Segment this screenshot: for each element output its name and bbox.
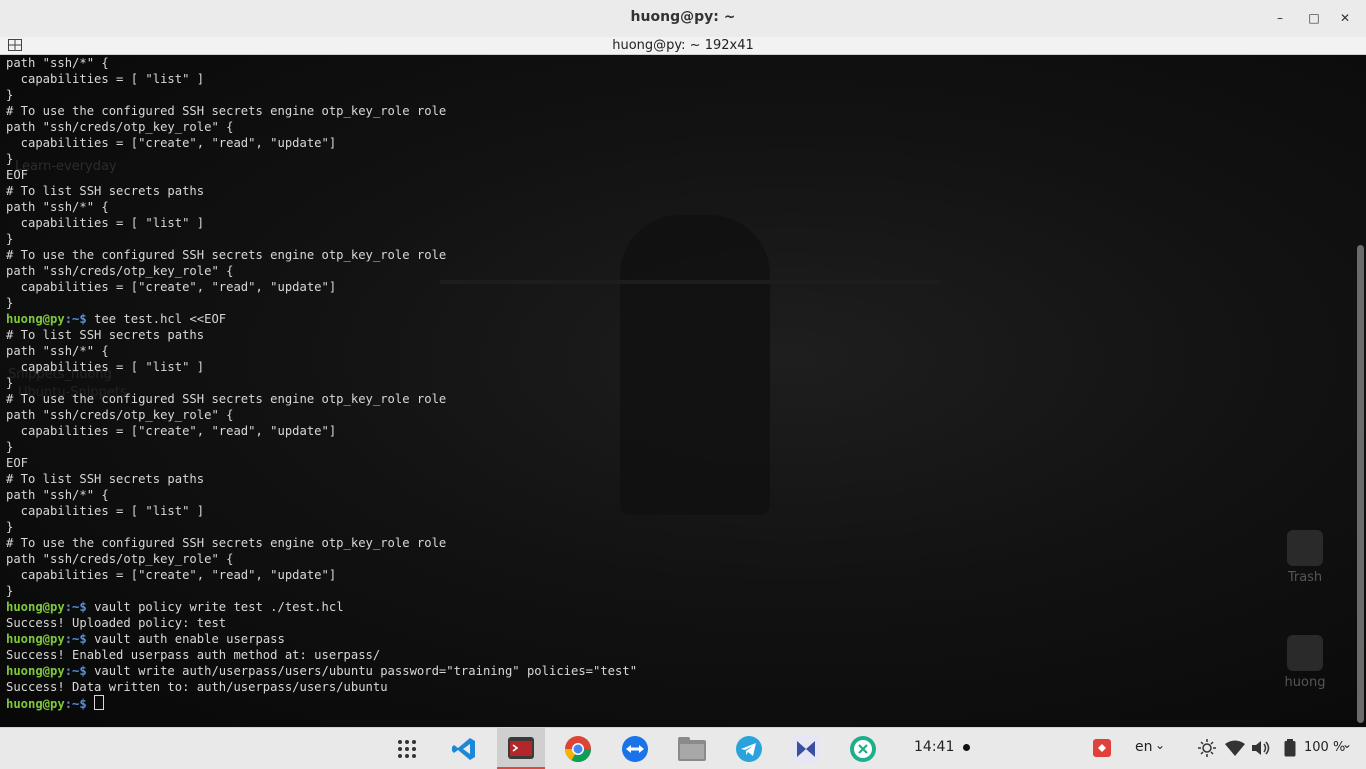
tray-app-icon[interactable] [1091,737,1113,759]
battery-icon[interactable] [1279,737,1301,759]
vscode-icon[interactable] [448,733,480,765]
terminal-size-label: huong@py: ~ 192x41 [612,38,754,53]
close-icon[interactable]: ✕ [1335,8,1355,28]
prompt-path: :~$ [64,632,95,646]
notification-dot-icon [963,744,970,751]
command-text: vault write auth/userpass/users/ubuntu p… [94,664,638,678]
minimize-icon[interactable]: – [1270,8,1290,28]
maximize-icon[interactable]: □ [1304,8,1324,28]
wifi-icon[interactable] [1224,737,1246,759]
terminal-output-line: # To use the configured SSH secrets engi… [6,248,447,262]
terminal-output-line: path "ssh/*" { [6,56,109,70]
chevron-down-icon[interactable]: ⌄ [1342,737,1352,751]
terminal-output-line: } [6,376,14,390]
terminal-output: path "ssh/*" { capabilities = [ "list" ]… [6,55,637,711]
terminal-output-line: # To use the configured SSH secrets engi… [6,536,447,550]
terminal-command-line: huong@py:~$ vault policy write test ./te… [6,599,637,615]
home-label: huong [1284,675,1326,690]
terminal-output-line: path "ssh/*" { [6,344,109,358]
terminal-output-line: } [6,232,14,246]
volume-icon[interactable] [1251,737,1273,759]
teamviewer-icon[interactable] [619,733,651,765]
command-text: tee test.hcl <<EOF [94,312,227,326]
battery-percentage: 100 % [1304,740,1346,755]
terminal-command-line: huong@py:~$ vault write auth/userpass/us… [6,663,637,679]
terminal-output-line: EOF [6,168,29,182]
scrollbar-thumb[interactable] [1357,245,1364,723]
terminal-output-line: path "ssh/creds/otp_key_role" { [6,408,234,422]
wallpaper-silhouette [620,215,770,515]
terminal-output-line: capabilities = ["create", "read", "updat… [6,280,337,294]
language-indicator[interactable]: en [1135,739,1153,755]
terminal-output-line: capabilities = [ "list" ] [6,360,205,374]
terminal-output-line: capabilities = ["create", "read", "updat… [6,424,337,438]
brightness-icon[interactable] [1196,737,1218,759]
terminal-output-line: capabilities = [ "list" ] [6,216,205,230]
home-desktop-icon[interactable]: huong [1270,635,1340,690]
terminal-output-line: } [6,296,14,310]
terminal-output-line: Success! Enabled userpass auth method at… [6,648,381,662]
prompt-user: huong@py [6,312,65,326]
window-titlebar[interactable]: huong@py: ~ – □ ✕ [0,0,1366,38]
chevron-down-icon[interactable]: ⌄ [1155,738,1165,752]
trash-desktop-icon[interactable]: Trash [1270,530,1340,585]
terminal-command-line: huong@py:~$ tee test.hcl <<EOF [6,311,637,327]
terminal-output-line: path "ssh/*" { [6,200,109,214]
terminal-output-line: EOF [6,456,29,470]
terminal-output-line: # To use the configured SSH secrets engi… [6,392,447,406]
terminal-output-line: } [6,88,14,102]
prompt-path: :~$ [64,697,95,711]
taskbar: 14:41 en ⌄ 100 % ⌄ [0,727,1366,769]
trash-label: Trash [1287,570,1323,585]
app-grid-icon[interactable] [391,733,423,765]
window-title: huong@py: ~ [630,9,736,25]
home-folder-icon [1287,635,1323,671]
terminal-command-line: huong@py:~$ vault auth enable userpass [6,631,637,647]
terminal-output-line: path "ssh/*" { [6,488,109,502]
terminal-output-line: Success! Data written to: auth/userpass/… [6,680,388,694]
telegram-icon[interactable] [733,733,765,765]
prompt-user: huong@py [6,664,65,678]
terminal-output-line: # To use the configured SSH secrets engi… [6,104,447,118]
prompt-user: huong@py [6,632,65,646]
terminal-output-line: path "ssh/creds/otp_key_role" { [6,264,234,278]
prompt-user: huong@py [6,600,65,614]
terminal-output-line: # To list SSH secrets paths [6,184,205,198]
terminal-output-line: } [6,584,14,598]
clock[interactable]: 14:41 [914,739,954,755]
terminal-output-line: capabilities = ["create", "read", "updat… [6,136,337,150]
terminal-output-line: } [6,440,14,454]
terminal-output-line: capabilities = [ "list" ] [6,72,205,86]
terminal-output-line: } [6,520,14,534]
terminal-cursor [94,695,105,710]
prompt-path: :~$ [64,664,95,678]
terminal-output-line: } [6,152,14,166]
terminal-output-line: # To list SSH secrets paths [6,328,205,342]
terminal-output-line: capabilities = [ "list" ] [6,504,205,518]
trash-icon [1287,530,1323,566]
prompt-path: :~$ [64,312,95,326]
prompt-user: huong@py [6,697,65,711]
terminal-tabbar: huong@py: ~ 192x41 [0,37,1366,55]
chrome-icon[interactable] [562,733,594,765]
terminal-view[interactable]: Learn-everyday Snippets_huong Ubuntu-Sni… [0,55,1366,727]
terminal-output-line: Success! Uploaded policy: test [6,616,227,630]
command-text: vault policy write test ./test.hcl [94,600,344,614]
slack-icon[interactable] [790,733,822,765]
terminal-output-line: path "ssh/creds/otp_key_role" { [6,552,234,566]
command-text: vault auth enable userpass [94,632,285,646]
files-icon[interactable] [676,733,708,765]
terminal-command-line: huong@py:~$ [6,695,637,711]
terminal-icon[interactable] [497,728,545,769]
terminal-output-line: capabilities = ["create", "read", "updat… [6,568,337,582]
terminal-output-line: # To list SSH secrets paths [6,472,205,486]
gitkraken-icon[interactable] [847,733,879,765]
terminal-scrollbar[interactable] [1354,55,1366,727]
prompt-path: :~$ [64,600,95,614]
terminal-output-line: path "ssh/creds/otp_key_role" { [6,120,234,134]
